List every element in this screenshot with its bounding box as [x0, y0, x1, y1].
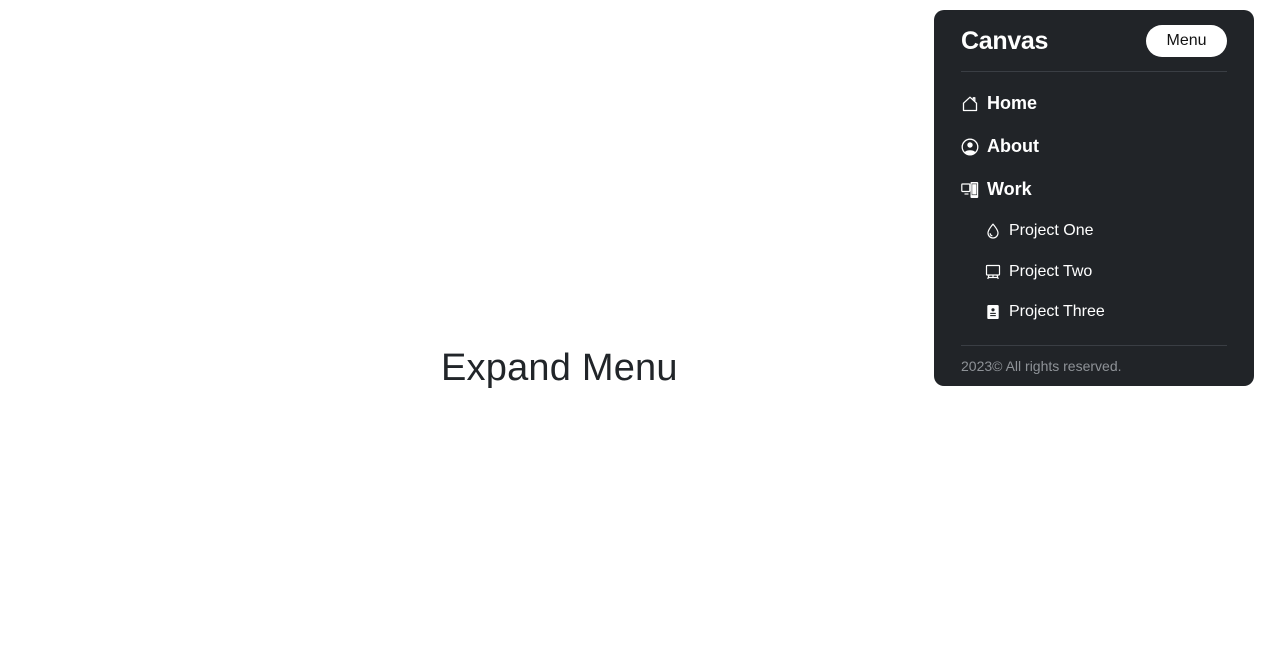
nav-item-home[interactable]: Home — [961, 82, 1227, 125]
menu-footer: 2023© All rights reserved. — [961, 345, 1227, 374]
page: Expand Menu Canvas Menu Home About Work … — [0, 0, 1278, 660]
subnav-item-label: Project Two — [1009, 262, 1093, 280]
devices-icon — [961, 181, 979, 199]
house-icon — [961, 95, 979, 113]
menu-toggle-button[interactable]: Menu — [1146, 25, 1227, 57]
nav-item-label: Home — [987, 93, 1038, 113]
nav-item-work[interactable]: Work — [961, 168, 1227, 211]
subnav-item-label: Project Three — [1009, 303, 1105, 321]
droplet-icon — [985, 223, 1001, 239]
subnav-item-label: Project One — [1009, 222, 1094, 240]
subnav-item-project-three[interactable]: Project Three — [985, 292, 1227, 333]
work-subnav: Project One Project Two Project Three — [961, 211, 1227, 333]
menu-header: Canvas Menu — [961, 10, 1227, 72]
main-nav: Home About Work Project One Project Two … — [961, 72, 1227, 333]
menu-panel: Canvas Menu Home About Work Project One … — [934, 10, 1254, 386]
nav-item-label: About — [987, 136, 1039, 156]
easel-icon — [985, 264, 1001, 280]
brand-logo[interactable]: Canvas — [961, 25, 1048, 56]
nav-item-about[interactable]: About — [961, 125, 1227, 168]
file-person-icon — [985, 304, 1001, 320]
page-title: Expand Menu — [441, 347, 678, 389]
nav-item-label: Work — [987, 179, 1032, 199]
person-circle-icon — [961, 138, 979, 156]
subnav-item-project-one[interactable]: Project One — [985, 211, 1227, 252]
subnav-item-project-two[interactable]: Project Two — [985, 252, 1227, 293]
